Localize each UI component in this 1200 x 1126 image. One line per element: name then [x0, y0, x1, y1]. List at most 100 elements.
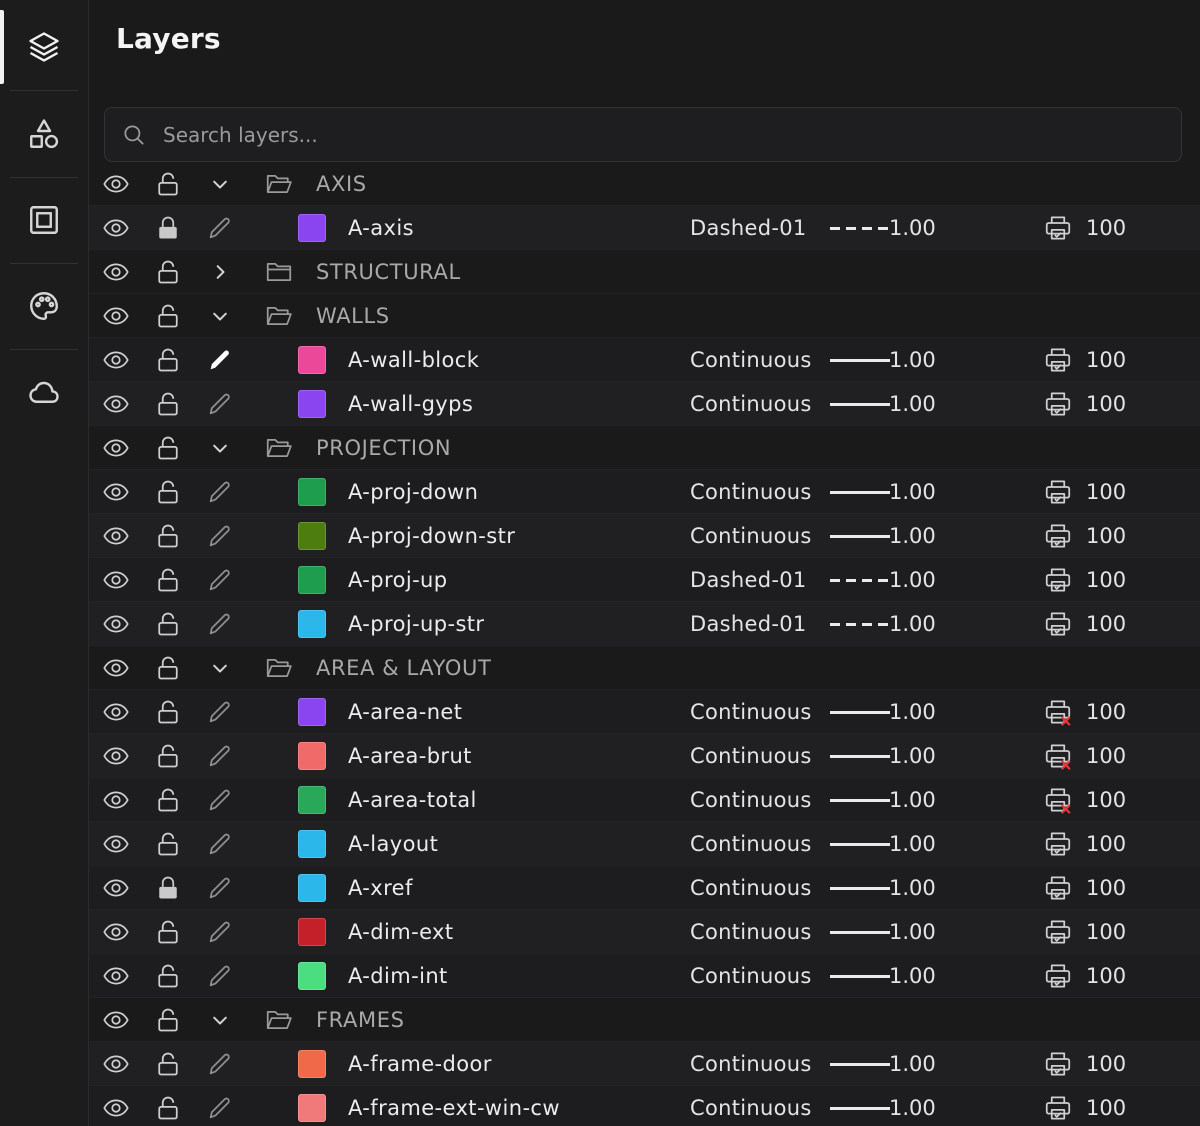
visibility-toggle[interactable] [101, 1049, 131, 1079]
layer-name[interactable]: A-dim-ext [348, 920, 454, 944]
layer-color-swatch[interactable] [298, 742, 326, 770]
transparency-value[interactable]: 100 [1086, 480, 1126, 504]
transparency-value[interactable]: 100 [1086, 216, 1126, 240]
visibility-toggle[interactable] [101, 917, 131, 947]
linetype-label[interactable]: Continuous [690, 524, 812, 548]
lock-toggle[interactable] [153, 1093, 183, 1123]
lock-toggle[interactable] [153, 477, 183, 507]
layer-color-swatch[interactable] [298, 390, 326, 418]
lock-toggle[interactable] [153, 653, 183, 683]
expand-toggle[interactable] [205, 257, 235, 287]
print-toggle[interactable] [1043, 697, 1073, 727]
edit-toggle[interactable] [205, 521, 235, 551]
lock-toggle[interactable] [153, 917, 183, 947]
layer-color-swatch[interactable] [298, 610, 326, 638]
expand-toggle[interactable] [205, 1005, 235, 1035]
transparency-value[interactable]: 100 [1086, 1052, 1126, 1076]
lock-toggle[interactable] [153, 301, 183, 331]
lineweight-value[interactable]: 1.00 [889, 568, 936, 592]
layer-row[interactable]: A-dim-int Continuous 1.00 100 [89, 954, 1200, 998]
transparency-value[interactable]: 100 [1086, 832, 1126, 856]
print-toggle[interactable] [1043, 829, 1073, 859]
rail-layers-button[interactable] [0, 4, 88, 90]
lock-toggle[interactable] [153, 257, 183, 287]
layer-row[interactable]: A-xref Continuous 1.00 100 [89, 866, 1200, 910]
lineweight-value[interactable]: 1.00 [889, 216, 936, 240]
layer-row[interactable]: A-proj-up Dashed-01 1.00 100 [89, 558, 1200, 602]
lineweight-value[interactable]: 1.00 [889, 524, 936, 548]
layer-name[interactable]: A-proj-up [348, 568, 447, 592]
transparency-value[interactable]: 100 [1086, 568, 1126, 592]
transparency-value[interactable]: 100 [1086, 964, 1126, 988]
visibility-toggle[interactable] [101, 873, 131, 903]
layer-name[interactable]: A-proj-up-str [348, 612, 484, 636]
visibility-toggle[interactable] [101, 301, 131, 331]
edit-toggle[interactable] [205, 1093, 235, 1123]
edit-toggle[interactable] [205, 565, 235, 595]
lock-toggle[interactable] [153, 345, 183, 375]
edit-toggle[interactable] [205, 741, 235, 771]
edit-toggle[interactable] [205, 345, 235, 375]
transparency-value[interactable]: 100 [1086, 1096, 1126, 1120]
visibility-toggle[interactable] [101, 697, 131, 727]
linetype-label[interactable]: Dashed-01 [690, 612, 807, 636]
lock-toggle[interactable] [153, 873, 183, 903]
linetype-label[interactable]: Continuous [690, 876, 812, 900]
edit-toggle[interactable] [205, 961, 235, 991]
layer-row[interactable]: A-axis Dashed-01 1.00 100 [89, 206, 1200, 250]
print-toggle[interactable] [1043, 1049, 1073, 1079]
print-toggle[interactable] [1043, 213, 1073, 243]
expand-toggle[interactable] [205, 169, 235, 199]
linetype-label[interactable]: Continuous [690, 832, 812, 856]
linetype-label[interactable]: Dashed-01 [690, 568, 807, 592]
rail-shapes-button[interactable] [0, 91, 88, 177]
layer-color-swatch[interactable] [298, 786, 326, 814]
lineweight-value[interactable]: 1.00 [889, 1052, 936, 1076]
layer-color-swatch[interactable] [298, 478, 326, 506]
lineweight-value[interactable]: 1.00 [889, 876, 936, 900]
print-toggle[interactable] [1043, 565, 1073, 595]
lineweight-value[interactable]: 1.00 [889, 920, 936, 944]
linetype-label[interactable]: Continuous [690, 348, 812, 372]
layer-name[interactable]: A-xref [348, 876, 413, 900]
lineweight-value[interactable]: 1.00 [889, 348, 936, 372]
layer-row[interactable]: A-proj-up-str Dashed-01 1.00 100 [89, 602, 1200, 646]
linetype-label[interactable]: Continuous [690, 480, 812, 504]
edit-toggle[interactable] [205, 785, 235, 815]
layer-color-swatch[interactable] [298, 346, 326, 374]
layer-row[interactable]: A-area-brut Continuous 1.00 100 [89, 734, 1200, 778]
visibility-toggle[interactable] [101, 1005, 131, 1035]
print-toggle[interactable] [1043, 389, 1073, 419]
lock-toggle[interactable] [153, 785, 183, 815]
visibility-toggle[interactable] [101, 829, 131, 859]
lock-toggle[interactable] [153, 697, 183, 727]
visibility-toggle[interactable] [101, 389, 131, 419]
layer-row[interactable]: A-area-total Continuous 1.00 100 [89, 778, 1200, 822]
edit-toggle[interactable] [205, 829, 235, 859]
linetype-label[interactable]: Continuous [690, 1052, 812, 1076]
visibility-toggle[interactable] [101, 345, 131, 375]
edit-toggle[interactable] [205, 389, 235, 419]
lineweight-value[interactable]: 1.00 [889, 392, 936, 416]
print-toggle[interactable] [1043, 785, 1073, 815]
visibility-toggle[interactable] [101, 609, 131, 639]
visibility-toggle[interactable] [101, 1093, 131, 1123]
print-toggle[interactable] [1043, 961, 1073, 991]
linetype-label[interactable]: Continuous [690, 1096, 812, 1120]
lock-toggle[interactable] [153, 169, 183, 199]
layer-name[interactable]: A-axis [348, 216, 414, 240]
transparency-value[interactable]: 100 [1086, 524, 1126, 548]
lineweight-value[interactable]: 1.00 [889, 744, 936, 768]
layer-color-swatch[interactable] [298, 1094, 326, 1122]
layer-row[interactable]: A-proj-down-str Continuous 1.00 100 [89, 514, 1200, 558]
visibility-toggle[interactable] [101, 213, 131, 243]
lock-toggle[interactable] [153, 521, 183, 551]
print-toggle[interactable] [1043, 521, 1073, 551]
layer-color-swatch[interactable] [298, 698, 326, 726]
linetype-label[interactable]: Continuous [690, 964, 812, 988]
layer-row[interactable]: A-area-net Continuous 1.00 100 [89, 690, 1200, 734]
group-row[interactable]: FRAMES [89, 998, 1200, 1042]
group-row[interactable]: AXIS [89, 162, 1200, 206]
linetype-label[interactable]: Continuous [690, 392, 812, 416]
layer-name[interactable]: A-wall-block [348, 348, 479, 372]
